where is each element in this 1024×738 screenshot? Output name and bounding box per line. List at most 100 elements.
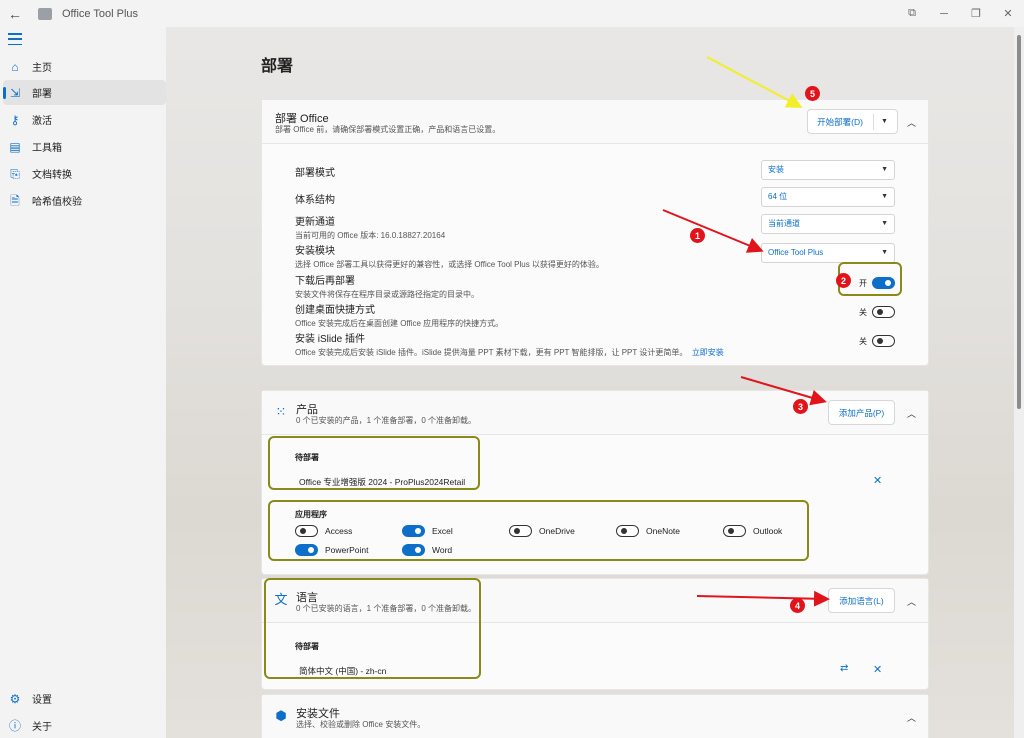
scrollbar[interactable] xyxy=(1014,27,1024,738)
row-title: 安装 iSlide 插件 xyxy=(295,334,366,345)
key-icon: ⚷ xyxy=(10,112,20,127)
document-convert-icon: ⎘ xyxy=(10,166,20,181)
row-title: 创建桌面快捷方式 xyxy=(295,305,375,316)
sidebar-item-home[interactable]: ⌂ 主页 xyxy=(3,54,166,79)
sidebar-item-document-convert[interactable]: ⎘ 文档转换 xyxy=(3,161,166,186)
desktop-shortcut-toggle[interactable] xyxy=(872,306,895,318)
sidebar-item-about[interactable]: ⓘ 关于 xyxy=(3,713,166,738)
feedback-icon[interactable]: ⧉ xyxy=(896,0,928,27)
sidebar: ⌂ 主页 ⇲ 部署 ⚷ 激活 ▤ 工具箱 ⎘ 文档转换 🗎 哈希值校验 ⚙ 设置… xyxy=(0,27,166,738)
sidebar-item-toolbox[interactable]: ▤ 工具箱 xyxy=(3,134,166,159)
scrollbar-thumb[interactable] xyxy=(1017,35,1021,409)
chevron-down-icon: ▼ xyxy=(881,249,888,256)
sidebar-item-label: 主页 xyxy=(32,63,52,74)
deploy-office-card: 部署 Office 部署 Office 前，请确保部署模式设置正确，产品和语言已… xyxy=(261,99,929,366)
annotation-number-5: 5 xyxy=(805,86,820,101)
sidebar-item-label: 激活 xyxy=(32,116,52,127)
sidebar-item-activate[interactable]: ⚷ 激活 xyxy=(3,107,166,132)
select-value: Office Tool Plus xyxy=(768,248,824,257)
highlight-box-pending-product xyxy=(268,436,480,490)
sidebar-item-label: 工具箱 xyxy=(32,143,62,154)
row-title: 体系结构 xyxy=(295,195,335,206)
restore-icon[interactable]: ❐ xyxy=(960,0,992,27)
gear-icon: ⚙ xyxy=(9,691,21,706)
annotation-number-4: 4 xyxy=(790,598,805,613)
install-module-select[interactable]: Office Tool Plus ▼ xyxy=(761,243,895,263)
hamburger-menu-icon[interactable] xyxy=(8,33,22,45)
toggle-knob xyxy=(877,337,883,344)
row-subtitle-text: Office 安装完成后安装 iSlide 插件。iSlide 提供海量 PPT… xyxy=(295,348,688,357)
home-icon: ⌂ xyxy=(11,59,19,74)
chevron-up-icon[interactable]: ︿ xyxy=(907,711,916,724)
install-module-row: 安装模块 选择 Office 部署工具以获得更好的兼容性，或选择 Office … xyxy=(295,242,604,270)
update-channel-select[interactable]: 当前通道 ▼ xyxy=(761,214,895,234)
chevron-up-icon[interactable]: ︿ xyxy=(907,595,916,608)
row-subtitle: 选择 Office 部署工具以获得更好的兼容性，或选择 Office Tool … xyxy=(295,260,604,269)
toolbox-icon: ▤ xyxy=(9,139,21,154)
select-value: 64 位 xyxy=(768,192,788,201)
deploy-mode-select[interactable]: 安装 ▼ xyxy=(761,160,895,180)
deploy-office-header[interactable]: 部署 Office 部署 Office 前，请确保部署模式设置正确，产品和语言已… xyxy=(262,100,928,144)
card-subtitle: 0 个已安装的产品，1 个准备部署，0 个准备卸载。 xyxy=(296,416,477,425)
start-deploy-button[interactable]: 开始部署(D) ▼ xyxy=(807,109,898,134)
start-deploy-label: 开始部署(D) xyxy=(817,116,863,127)
islide-plugin-toggle[interactable] xyxy=(872,335,895,347)
package-icon: ⬢ xyxy=(275,708,287,723)
card-subtitle: 部署 Office 前，请确保部署模式设置正确，产品和语言已设置。 xyxy=(275,125,501,134)
chevron-down-icon[interactable]: ▼ xyxy=(881,118,888,125)
grid-icon: ⁙ xyxy=(275,404,287,419)
highlight-box-language xyxy=(264,578,481,679)
close-icon[interactable]: ✕ xyxy=(992,0,1024,27)
architecture-row: 体系结构 xyxy=(295,191,335,206)
annotation-number-1: 1 xyxy=(690,228,705,243)
row-subtitle: 安装文件将保存在程序目录或源路径指定的目录中。 xyxy=(295,290,479,299)
add-product-button[interactable]: 添加产品(P) xyxy=(828,400,895,425)
update-channel-row: 更新通道 当前可用的 Office 版本: 16.0.18827.20164 xyxy=(295,213,445,241)
chevron-up-icon[interactable]: ︿ xyxy=(907,407,916,420)
sidebar-item-hash-check[interactable]: 🗎 哈希值校验 xyxy=(3,188,166,213)
chevron-down-icon: ▼ xyxy=(881,193,888,200)
install-now-link[interactable]: 立即安装 xyxy=(692,348,724,357)
row-title: 更新通道 xyxy=(295,217,335,228)
button-separator xyxy=(872,113,874,130)
annotation-number-2: 2 xyxy=(836,273,851,288)
add-language-button[interactable]: 添加语言(L) xyxy=(828,588,895,613)
install-files-header[interactable]: ⬢ 安装文件 选择、校验或删除 Office 安装文件。 ︿ xyxy=(262,695,928,738)
products-header[interactable]: ⁙ 产品 0 个已安装的产品，1 个准备部署，0 个准备卸载。 添加产品(P) … xyxy=(262,391,928,435)
highlight-box-applications xyxy=(268,500,809,561)
title-bar: ← Office Tool Plus ⧉ ─ ❐ ✕ xyxy=(0,0,1024,27)
remove-language-icon[interactable]: ✕ xyxy=(873,663,882,676)
deploy-icon: ⇲ xyxy=(9,85,21,100)
deploy-mode-row: 部署模式 xyxy=(295,164,335,179)
app-logo-icon xyxy=(38,7,52,20)
swap-icon[interactable]: ⇄ xyxy=(840,663,848,674)
desktop-shortcut-row: 创建桌面快捷方式 Office 安装完成后在桌面创建 Office 应用程序的快… xyxy=(295,301,503,329)
toggle-state-label: 关 xyxy=(859,337,867,346)
annotation-number-3: 3 xyxy=(793,399,808,414)
chevron-up-icon[interactable]: ︿ xyxy=(907,116,916,129)
download-then-deploy-row: 下载后再部署 安装文件将保存在程序目录或源路径指定的目录中。 xyxy=(295,272,479,300)
toggle-state-label: 关 xyxy=(859,308,867,317)
minimize-icon[interactable]: ─ xyxy=(928,0,960,27)
row-subtitle: Office 安装完成后安装 iSlide 插件。iSlide 提供海量 PPT… xyxy=(295,347,724,358)
sidebar-item-label: 哈希值校验 xyxy=(32,197,82,208)
page-title: 部署 xyxy=(261,58,294,75)
row-title: 下载后再部署 xyxy=(295,276,355,287)
remove-product-icon[interactable]: ✕ xyxy=(873,474,882,487)
hash-check-icon: 🗎 xyxy=(10,193,20,208)
sidebar-item-label: 关于 xyxy=(32,722,52,733)
sidebar-item-deploy[interactable]: ⇲ 部署 xyxy=(3,80,166,105)
row-subtitle: Office 安装完成后在桌面创建 Office 应用程序的快捷方式。 xyxy=(295,319,504,328)
select-value: 当前通道 xyxy=(768,219,800,228)
back-arrow-icon[interactable]: ← xyxy=(0,6,30,22)
architecture-select[interactable]: 64 位 ▼ xyxy=(761,187,895,207)
sidebar-item-label: 设置 xyxy=(32,695,52,706)
add-language-label: 添加语言(L) xyxy=(839,595,884,606)
sidebar-item-settings[interactable]: ⚙ 设置 xyxy=(3,686,166,711)
row-title: 安装模块 xyxy=(295,246,335,257)
active-indicator xyxy=(3,87,6,99)
toggle-knob xyxy=(877,308,883,315)
row-subtitle: 当前可用的 Office 版本: 16.0.18827.20164 xyxy=(295,231,446,240)
app-title: Office Tool Plus xyxy=(62,7,139,20)
select-value: 安装 xyxy=(768,165,784,174)
